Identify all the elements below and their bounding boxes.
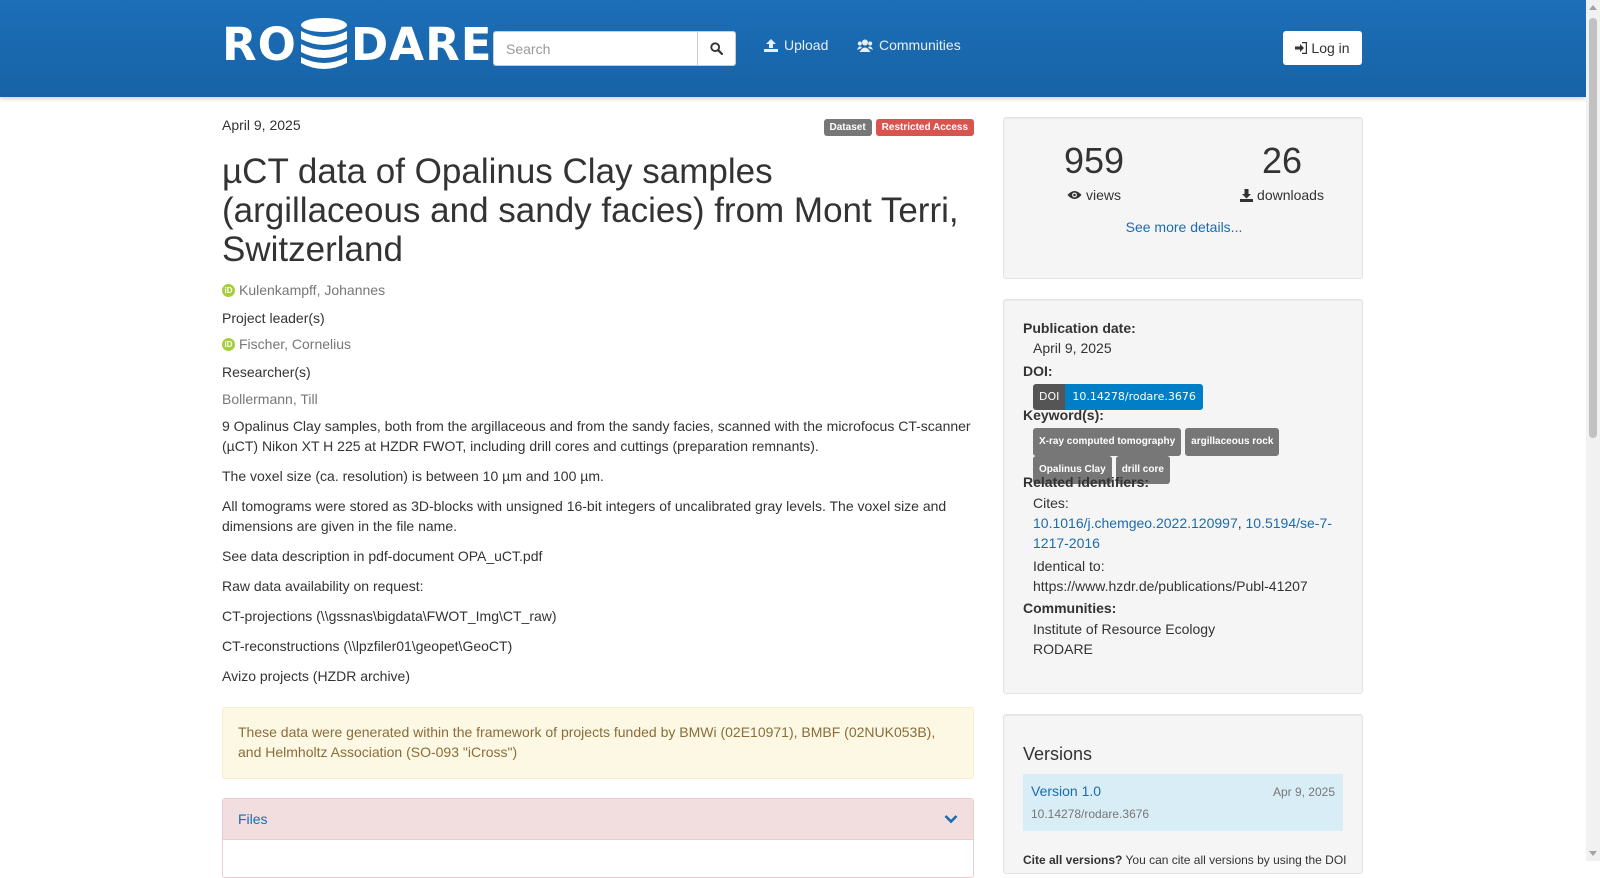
search-input[interactable] (493, 31, 697, 66)
views-label-text: views (1085, 187, 1121, 203)
login-button[interactable]: Log in (1283, 31, 1362, 65)
cites-link-part: 10.5194/se-7- (1245, 515, 1332, 531)
creator-name: Kulenkampff, Johannes (239, 282, 386, 298)
upload-icon (764, 38, 778, 52)
nav-upload-label: Upload (784, 37, 829, 53)
related-identifiers-label: Related identifiers: (1023, 474, 1150, 490)
doi-label: DOI: (1023, 363, 1053, 379)
description-paragraph: CT-reconstructions (\\lpzfiler01\geopet\… (222, 638, 513, 654)
versions-heading: Versions (1023, 744, 1093, 764)
files-heading: Files (238, 811, 268, 827)
cite-all-versions-text: You can cite all versions by using the D… (1122, 853, 1347, 867)
project-leader: iD Fischer, Cornelius (222, 336, 351, 352)
identical-to-link[interactable]: https://www.hzdr.de/publications/Publ-41… (1033, 576, 1308, 596)
description-paragraph: The voxel size (ca. resolution) is betwe… (222, 468, 604, 484)
see-more-details-link[interactable]: See more details... (1004, 219, 1364, 235)
keyword-badge[interactable]: argillaceous rock (1185, 428, 1280, 456)
role-heading-project-leader: Project leader(s) (222, 310, 325, 326)
scroll-up-arrow[interactable] (1589, 5, 1597, 10)
logo-text-right: DARE (350, 17, 493, 71)
cites-link-part: 1217-2016 (1033, 535, 1100, 551)
login-label: Log in (1311, 40, 1350, 56)
downloads-label-text: downloads (1257, 187, 1324, 203)
database-icon (300, 18, 347, 69)
record-title: µCT data of Opalinus Clay samples (argil… (222, 152, 959, 269)
description-paragraph: All tomograms were stored as 3D-blocks w… (222, 498, 947, 534)
downloads-label: downloads (1212, 187, 1352, 203)
metadata-panel: Publication date: April 9, 2025 DOI: DOI… (1003, 299, 1363, 694)
scroll-down-arrow[interactable] (1589, 851, 1597, 856)
description-paragraph: See data description in pdf-document OPA… (222, 548, 543, 564)
publication-date-label: Publication date: (1023, 320, 1136, 336)
publication-date-value: April 9, 2025 (1033, 340, 1112, 356)
cites-separator: , (1237, 515, 1242, 531)
users-icon (857, 39, 873, 52)
chevron-down-icon (944, 815, 958, 824)
role-heading-researcher: Researcher(s) (222, 364, 311, 380)
top-navbar: RO DARE Upload (0, 0, 1586, 97)
cites-label: Cites: (1033, 495, 1069, 511)
community-link[interactable]: Institute of Resource Ecology (1033, 619, 1215, 639)
download-icon (1240, 188, 1254, 202)
eye-icon (1067, 191, 1082, 199)
keywords-label: Keyword(s): (1023, 407, 1104, 423)
version-doi: 10.14278/rodare.3676 (1031, 807, 1150, 821)
community-link[interactable]: RODARE (1033, 639, 1093, 659)
description-paragraph: Avizo projects (HZDR archive) (222, 668, 411, 684)
record-description: 9 Opalinus Clay samples, both from the a… (222, 416, 974, 696)
project-leader-name: Fischer, Cornelius (239, 336, 352, 352)
funding-alert: These data were generated within the fra… (222, 707, 974, 779)
files-panel: Files (222, 798, 974, 878)
orcid-icon[interactable]: iD (222, 337, 235, 351)
communities-label: Communities: (1023, 600, 1117, 616)
version-link[interactable]: Version 1.0 (1031, 783, 1101, 799)
researcher: Bollermann, Till (222, 391, 318, 407)
creator: iD Kulenkampff, Johannes (222, 282, 385, 298)
views-count: 959 (1063, 140, 1125, 181)
description-paragraph: Raw data availability on request: (222, 578, 424, 594)
versions-panel: Versions Version 1.0 Apr 9, 2025 10.1427… (1003, 714, 1363, 874)
resource-type-badge: Dataset (823, 119, 872, 136)
cite-all-versions-note: Cite all versions? You can cite all vers… (1023, 853, 1347, 867)
identical-to-label: Identical to: (1033, 558, 1105, 574)
record-badges: Dataset Restricted Access (823, 119, 974, 136)
version-row: Version 1.0 Apr 9, 2025 10.14278/rodare.… (1023, 774, 1343, 831)
cite-all-versions-bold: Cite all versions? (1023, 853, 1123, 867)
search-icon (710, 42, 723, 55)
nav-communities-label: Communities (879, 37, 961, 53)
record-date: April 9, 2025 (222, 117, 301, 133)
scrollbar-thumb[interactable] (1589, 18, 1597, 438)
rodare-logo[interactable]: RO DARE (222, 16, 492, 72)
views-label: views (1024, 187, 1164, 203)
nav-upload-link[interactable]: Upload (764, 37, 828, 53)
version-date: Apr 9, 2025 (1272, 785, 1335, 799)
description-paragraph: CT-projections (\\gssnas\bigdata\FWOT_Im… (222, 608, 557, 624)
sign-in-icon (1295, 42, 1308, 54)
stats-panel: 959 views 26 downloads See more details.… (1003, 117, 1363, 279)
page-scrollbar[interactable] (1586, 0, 1600, 861)
researcher-name: Bollermann, Till (222, 391, 318, 407)
cites-link[interactable]: 10.1016/j.chemgeo.2022.120997 (1033, 515, 1238, 531)
logo-text-left: RO (222, 17, 297, 71)
files-panel-toggle[interactable]: Files (223, 799, 973, 840)
access-right-badge: Restricted Access (875, 119, 974, 136)
search-button[interactable] (697, 31, 736, 66)
downloads-count: 26 (1261, 140, 1303, 181)
description-paragraph: 9 Opalinus Clay samples, both from the a… (222, 418, 971, 454)
nav-communities-link[interactable]: Communities (857, 37, 961, 53)
keyword-badge[interactable]: X-ray computed tomography (1033, 428, 1182, 456)
cites-values: 10.1016/j.chemgeo.2022.120997, 10.5194/s… (1033, 513, 1353, 553)
orcid-icon[interactable]: iD (222, 283, 235, 297)
search-form (493, 31, 736, 66)
